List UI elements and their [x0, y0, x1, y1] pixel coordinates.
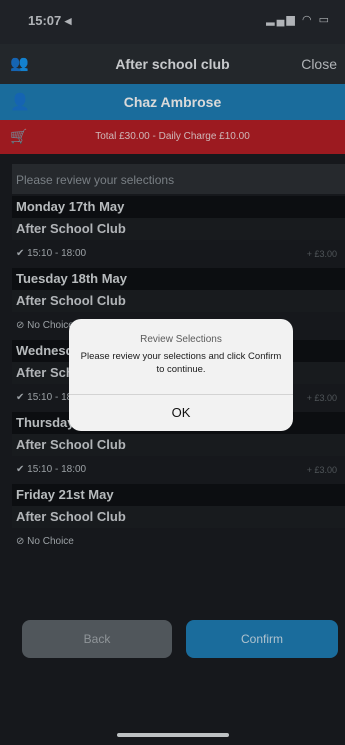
- ok-button[interactable]: OK: [69, 394, 293, 431]
- dialog-message: Please review your selections and click …: [80, 351, 282, 375]
- review-dialog: Review Selections Please review your sel…: [69, 319, 293, 431]
- app-screen: 15:07 ◂ ▂▄▆ ◠ ▭ 👥 After school club Clos…: [0, 0, 345, 745]
- dialog-title: Review Selections: [140, 334, 222, 345]
